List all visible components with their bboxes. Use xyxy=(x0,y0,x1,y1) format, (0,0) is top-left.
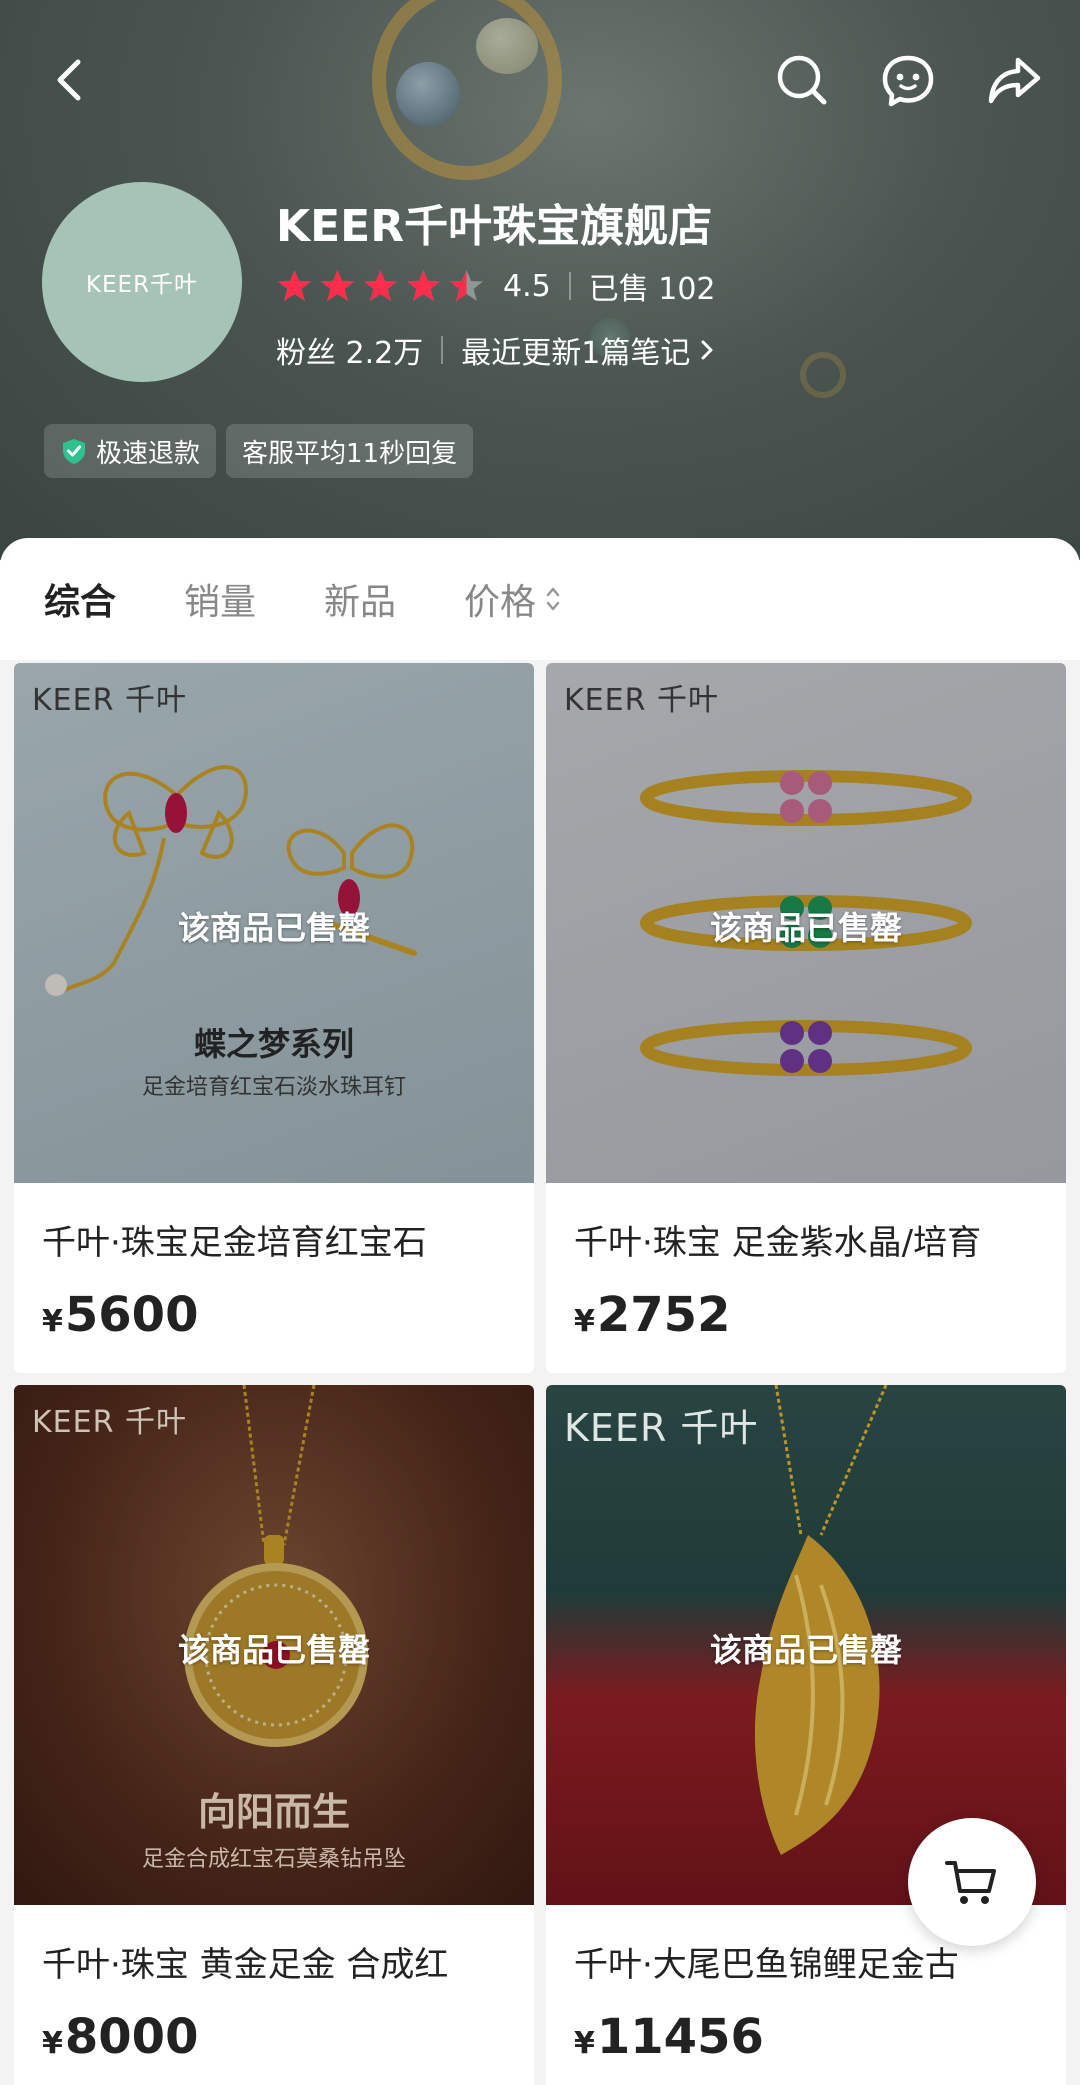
star-icon xyxy=(407,269,440,301)
reply-time-badge: 客服平均11秒回复 xyxy=(226,424,474,478)
sort-arrows-icon xyxy=(546,587,560,611)
sold-out-label: 该商品已售罄 xyxy=(709,1631,902,1669)
fans-row: 粉丝 2.2万 最近更新1篇笔记 xyxy=(276,328,718,372)
product-title: 千叶·珠宝 黄金足金 合成红 xyxy=(42,1945,449,1985)
product-price: ¥ 5600 xyxy=(42,1287,198,1343)
service-badges: 极速退款 客服平均11秒回复 xyxy=(44,424,474,478)
currency-symbol: ¥ xyxy=(42,1304,63,1339)
sold-count: 已售 102 xyxy=(588,272,716,307)
customer-service-button[interactable] xyxy=(878,50,938,110)
sold-out-label: 该商品已售罄 xyxy=(709,909,902,947)
product-card[interactable]: KEER 千叶 该商品已售罄 向阳而生 足金合成红宝石莫桑钻吊坠 千叶·珠宝 黄… xyxy=(14,1385,534,2085)
tab-label: 新品 xyxy=(324,582,397,623)
tab-comprehensive[interactable]: 综合 xyxy=(44,573,116,625)
fans-count: 粉丝 2.2万 xyxy=(276,336,424,371)
product-card[interactable]: KEER 千叶 该商品已售罄 千叶·珠宝 足金紫水晶/培育 ¥ 2752 xyxy=(546,663,1066,1373)
product-price: ¥ 11456 xyxy=(574,2009,764,2065)
badge-label: 客服平均11秒回复 xyxy=(242,438,458,469)
currency-symbol: ¥ xyxy=(574,2026,595,2061)
image-caption-title: 蝶之梦系列 xyxy=(193,1025,354,1063)
product-image: KEER 千叶 该商品已售罄 向阳而生 足金合成红宝石莫桑钻吊坠 xyxy=(14,1385,534,1905)
tab-label: 销量 xyxy=(184,582,257,623)
image-caption-subtitle: 足金合成红宝石莫桑钻吊坠 xyxy=(141,1847,406,1872)
sort-tabs: 综合 销量 新品 价格 xyxy=(0,538,1080,660)
tab-price[interactable]: 价格 xyxy=(464,573,562,625)
product-image: KEER 千叶 该商品已售罄 蝶之梦系列 足金培育红宝石淡水珠耳钉 xyxy=(14,663,534,1183)
recent-notes-link[interactable]: 最近更新1篇笔记 xyxy=(461,328,690,372)
star-icon xyxy=(321,269,354,301)
fast-refund-badge: 极速退款 xyxy=(44,424,217,478)
product-card[interactable]: KEER 千叶 该商品已售罄 千叶·大尾巴鱼锦鲤足金古 ¥ 11456 xyxy=(546,1385,1066,2085)
brand-logo: KEER 千叶 xyxy=(32,683,187,718)
divider xyxy=(441,336,444,364)
shield-check-icon xyxy=(63,439,85,464)
floating-cart-button[interactable] xyxy=(908,1818,1036,1946)
image-caption-title: 向阳而生 xyxy=(197,1790,350,1834)
product-title: 千叶·珠宝足金培育红宝石 xyxy=(42,1223,427,1263)
header-background-ring xyxy=(800,352,846,398)
avatar-logo-text: KEER千叶 xyxy=(85,272,199,298)
price-amount: 2752 xyxy=(596,1287,731,1343)
product-price: ¥ 2752 xyxy=(574,1287,730,1343)
header-background-gem xyxy=(396,62,460,126)
price-amount: 11456 xyxy=(596,2009,764,2065)
tab-label: 综合 xyxy=(44,582,117,623)
product-price: ¥ 8000 xyxy=(42,2009,198,2065)
chevron-left-icon xyxy=(57,59,81,101)
brand-logo: KEER 千叶 xyxy=(32,1405,187,1440)
rating-row: 4.5 已售 102 xyxy=(276,265,716,307)
chevron-right-icon xyxy=(701,340,713,360)
currency-symbol: ¥ xyxy=(42,2026,63,2061)
sold-out-label: 该商品已售罄 xyxy=(177,909,370,947)
store-name: KEER千叶珠宝旗舰店 xyxy=(276,201,713,252)
star-icon xyxy=(364,269,397,301)
image-caption-subtitle: 足金培育红宝石淡水珠耳钉 xyxy=(141,1075,406,1100)
store-header: KEER千叶 KEER千叶珠宝旗舰店 4.5 已售 102 粉丝 2.2万 最近… xyxy=(0,0,1080,560)
store-page: KEER千叶 KEER千叶珠宝旗舰店 4.5 已售 102 粉丝 2.2万 最近… xyxy=(0,0,1080,2085)
product-image: KEER 千叶 该商品已售罄 xyxy=(546,663,1066,1183)
badge-label: 极速退款 xyxy=(96,438,201,469)
tab-label: 价格 xyxy=(464,582,537,623)
product-title: 千叶·珠宝 足金紫水晶/培育 xyxy=(574,1223,982,1263)
product-card[interactable]: KEER 千叶 该商品已售罄 蝶之梦系列 足金培育红宝石淡水珠耳钉 千叶·珠宝足… xyxy=(14,663,534,1373)
currency-symbol: ¥ xyxy=(574,1304,595,1339)
tab-new[interactable]: 新品 xyxy=(324,573,396,625)
brand-logo: KEER 千叶 xyxy=(564,683,719,718)
back-button[interactable] xyxy=(40,50,100,110)
price-amount: 8000 xyxy=(64,2009,199,2065)
tab-sales[interactable]: 销量 xyxy=(184,573,256,625)
star-rating xyxy=(276,268,485,305)
star-icon xyxy=(278,269,311,301)
share-arrow-icon xyxy=(988,57,1041,104)
header-background-gem xyxy=(476,18,538,74)
shopping-cart-icon xyxy=(945,1861,996,1904)
divider xyxy=(568,272,571,300)
star-icon xyxy=(450,269,483,301)
price-amount: 5600 xyxy=(64,1287,199,1343)
brand-logo: KEER 千叶 xyxy=(564,1406,759,1450)
share-button[interactable] xyxy=(984,50,1044,110)
chat-bubble-icon xyxy=(882,55,934,107)
search-icon xyxy=(777,55,827,105)
rating-value: 4.5 xyxy=(503,268,551,304)
search-button[interactable] xyxy=(772,50,832,110)
store-avatar[interactable]: KEER千叶 xyxy=(42,182,242,382)
sold-out-label: 该商品已售罄 xyxy=(177,1631,370,1669)
